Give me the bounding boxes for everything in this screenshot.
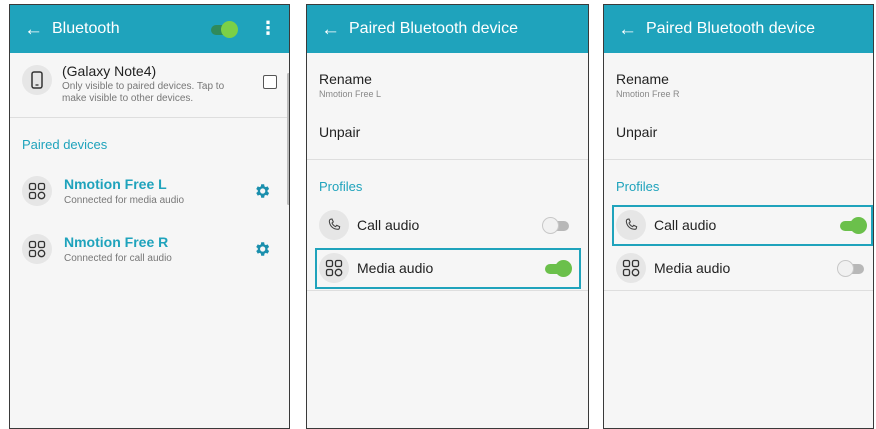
media-audio-row[interactable]: Media audio (604, 248, 873, 288)
this-device-row[interactable]: (Galaxy Note4) Only visible to paired de… (22, 63, 277, 105)
paired-device-name: Nmotion Free R (64, 234, 169, 250)
unpair-option[interactable]: Unpair (616, 124, 657, 140)
app-bar: ← Paired Bluetooth device (307, 5, 588, 53)
rename-option[interactable]: Rename Nmotion Free L (319, 71, 381, 99)
call-audio-toggle[interactable] (542, 217, 572, 234)
phone-icon (22, 65, 52, 95)
paired-device-screen-r: ← Paired Bluetooth device Rename Nmotion… (603, 4, 874, 429)
call-audio-row[interactable]: Call audio (307, 205, 588, 245)
rename-label: Rename (319, 71, 372, 87)
visibility-description-line1: Only visible to paired devices. Tap to (62, 81, 225, 92)
call-icon (319, 210, 349, 240)
bluetooth-settings-screen: ← Bluetooth ⋮ (Galaxy Note4) Only visibl… (9, 4, 290, 429)
app-bar: ← Paired Bluetooth device (604, 5, 873, 53)
paired-device-status: Connected for call audio (64, 253, 172, 264)
divider (307, 290, 588, 291)
device-name: Nmotion Free R (616, 89, 680, 99)
gear-icon[interactable] (253, 240, 271, 263)
back-arrow-icon[interactable]: ← (321, 20, 349, 39)
visibility-description-line2: make visible to other devices. (62, 93, 194, 104)
paired-devices-header: Paired devices (22, 137, 108, 152)
highlight-box (315, 248, 581, 289)
unpair-option[interactable]: Unpair (319, 124, 360, 140)
paired-device-name: Nmotion Free L (64, 176, 167, 192)
app-bar: ← Bluetooth ⋮ (10, 5, 289, 53)
visibility-checkbox[interactable] (263, 75, 277, 89)
profile-label: Call audio (357, 217, 420, 233)
page-title: Bluetooth (52, 20, 120, 37)
paired-device-row-r[interactable]: Nmotion Free R Connected for call audio (22, 234, 271, 264)
bluetooth-device-icon (616, 253, 646, 283)
divider (10, 117, 289, 118)
bluetooth-device-icon (22, 176, 52, 206)
scrollbar[interactable] (287, 73, 289, 205)
profile-label: Media audio (654, 260, 731, 276)
more-options-icon[interactable]: ⋮ (259, 18, 277, 39)
back-arrow-icon[interactable]: ← (24, 20, 52, 39)
rename-label: Rename (616, 71, 669, 87)
profiles-header: Profiles (319, 179, 363, 194)
divider (307, 159, 588, 160)
media-audio-toggle[interactable] (837, 260, 867, 277)
paired-device-row-l[interactable]: Nmotion Free L Connected for media audio (22, 176, 271, 206)
highlight-box (612, 205, 873, 246)
gear-icon[interactable] (253, 182, 271, 205)
page-title: Paired Bluetooth device (349, 20, 518, 37)
profiles-header: Profiles (616, 179, 660, 194)
device-name: Nmotion Free L (319, 89, 382, 99)
paired-device-screen-l: ← Paired Bluetooth device Rename Nmotion… (306, 4, 589, 429)
divider (604, 290, 873, 291)
this-device-name: (Galaxy Note4) (62, 63, 157, 79)
rename-option[interactable]: Rename Nmotion Free R (616, 71, 680, 99)
unpair-label: Unpair (616, 124, 658, 140)
bluetooth-device-icon (22, 234, 52, 264)
page-title: Paired Bluetooth device (646, 20, 815, 37)
unpair-label: Unpair (319, 124, 361, 140)
back-arrow-icon[interactable]: ← (618, 20, 646, 39)
divider (604, 159, 873, 160)
bluetooth-master-toggle[interactable] (208, 21, 238, 38)
paired-device-status: Connected for media audio (64, 195, 185, 206)
